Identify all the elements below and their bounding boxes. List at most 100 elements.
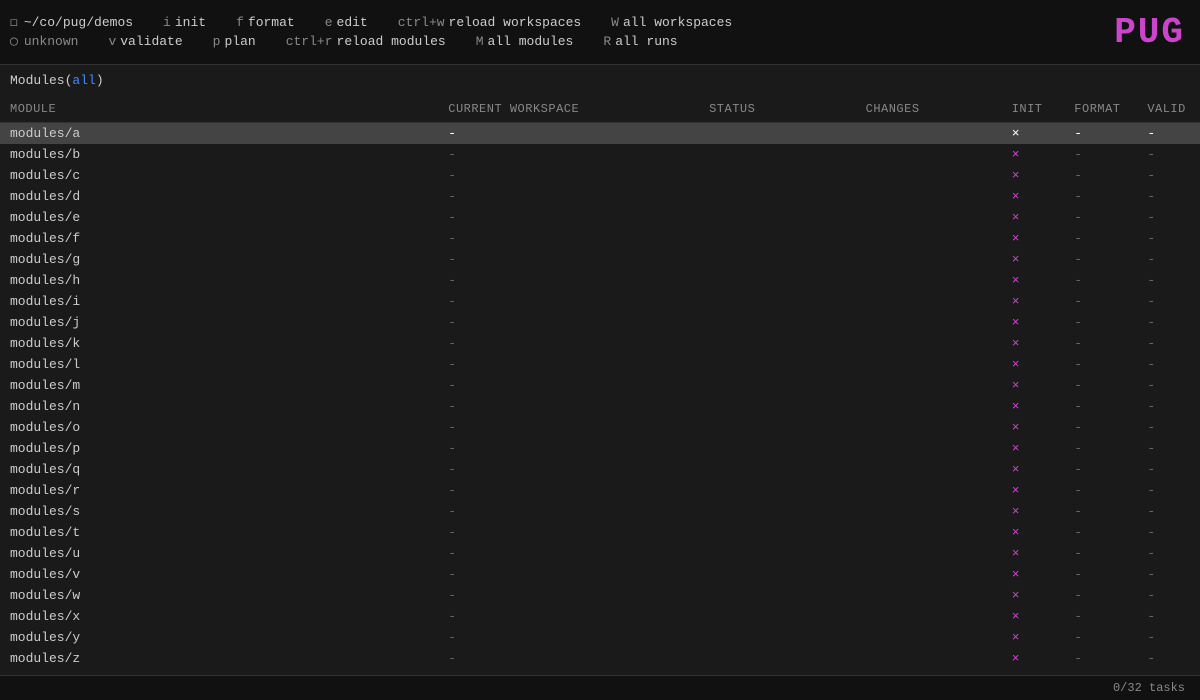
cell-valid: - — [1137, 396, 1200, 417]
cell-workspace: - — [438, 354, 699, 375]
cell-status — [699, 396, 856, 417]
table-row[interactable]: modules/k-×-- — [0, 333, 1200, 354]
cell-status — [699, 312, 856, 333]
toolbar-item-validate[interactable]: v validate — [108, 34, 182, 49]
cell-changes — [856, 501, 1002, 522]
cell-format: - — [1064, 543, 1137, 564]
cell-workspace: - — [438, 648, 699, 669]
cell-changes — [856, 270, 1002, 291]
table-row[interactable]: modules/z-×-- — [0, 648, 1200, 669]
cell-valid: - — [1137, 186, 1200, 207]
table-body: modules/a-×--modules/b-×--modules/c-×--m… — [0, 123, 1200, 670]
cell-module: modules/q — [0, 459, 438, 480]
table-row[interactable]: modules/i-×-- — [0, 291, 1200, 312]
cell-status — [699, 564, 856, 585]
table-row[interactable]: modules/s-×-- — [0, 501, 1200, 522]
cell-valid: - — [1137, 606, 1200, 627]
label-all-modules: all modules — [488, 34, 574, 49]
cell-status — [699, 144, 856, 165]
cell-module: modules/x — [0, 606, 438, 627]
toolbar-item-reload-workspaces[interactable]: ctrl+w reload workspaces — [398, 15, 581, 30]
table-row[interactable]: modules/x-×-- — [0, 606, 1200, 627]
label-all-workspaces: all workspaces — [623, 15, 732, 30]
cell-changes — [856, 459, 1002, 480]
col-header-changes: CHANGES — [856, 96, 1002, 123]
cell-format: - — [1064, 606, 1137, 627]
table-header: MODULE CURRENT WORKSPACE STATUS CHANGES … — [0, 96, 1200, 123]
table-row[interactable]: modules/o-×-- — [0, 417, 1200, 438]
toolbar-item-reload-modules[interactable]: ctrl+r reload modules — [286, 34, 446, 49]
label-edit: edit — [337, 15, 368, 30]
table-row[interactable]: modules/q-×-- — [0, 459, 1200, 480]
cell-status — [699, 186, 856, 207]
cell-status — [699, 459, 856, 480]
cell-module: modules/s — [0, 501, 438, 522]
cell-workspace: - — [438, 312, 699, 333]
cell-init: × — [1002, 438, 1065, 459]
cell-changes — [856, 165, 1002, 186]
table-row[interactable]: modules/h-×-- — [0, 270, 1200, 291]
cell-format: - — [1064, 480, 1137, 501]
cell-valid: - — [1137, 228, 1200, 249]
cell-workspace: - — [438, 144, 699, 165]
cell-status — [699, 333, 856, 354]
cell-workspace: - — [438, 480, 699, 501]
table-row[interactable]: modules/m-×-- — [0, 375, 1200, 396]
cell-valid: - — [1137, 459, 1200, 480]
cell-init: × — [1002, 291, 1065, 312]
table-row[interactable]: modules/p-×-- — [0, 438, 1200, 459]
toolbar-item-plan[interactable]: p plan — [213, 34, 256, 49]
cell-workspace: - — [438, 543, 699, 564]
cell-init: × — [1002, 144, 1065, 165]
cell-init: × — [1002, 186, 1065, 207]
table-row[interactable]: modules/d-×-- — [0, 186, 1200, 207]
cell-valid: - — [1137, 438, 1200, 459]
toolbar-item-all-workspaces[interactable]: W all workspaces — [611, 15, 732, 30]
cell-valid: - — [1137, 585, 1200, 606]
table-row[interactable]: modules/f-×-- — [0, 228, 1200, 249]
cell-format: - — [1064, 333, 1137, 354]
cell-changes — [856, 480, 1002, 501]
table-row[interactable]: modules/n-×-- — [0, 396, 1200, 417]
table-row[interactable]: modules/v-×-- — [0, 564, 1200, 585]
cell-status — [699, 606, 856, 627]
table-row[interactable]: modules/c-×-- — [0, 165, 1200, 186]
cell-changes — [856, 249, 1002, 270]
table-row[interactable]: modules/j-×-- — [0, 312, 1200, 333]
cell-format: - — [1064, 123, 1137, 145]
table-row[interactable]: modules/g-×-- — [0, 249, 1200, 270]
cell-status — [699, 228, 856, 249]
cell-status — [699, 522, 856, 543]
cell-workspace: - — [438, 228, 699, 249]
col-header-init: INIT — [1002, 96, 1065, 123]
table-row[interactable]: modules/l-×-- — [0, 354, 1200, 375]
cell-valid: - — [1137, 333, 1200, 354]
cell-module: modules/v — [0, 564, 438, 585]
cell-module: modules/c — [0, 165, 438, 186]
table-row[interactable]: modules/u-×-- — [0, 543, 1200, 564]
cell-format: - — [1064, 375, 1137, 396]
label-init: init — [175, 15, 206, 30]
table-row[interactable]: modules/w-×-- — [0, 585, 1200, 606]
toolbar-item-format[interactable]: f format — [236, 15, 295, 30]
col-header-status: STATUS — [699, 96, 856, 123]
unknown-badge: unknown — [24, 34, 79, 49]
cell-module: modules/r — [0, 480, 438, 501]
cell-workspace: - — [438, 459, 699, 480]
toolbar-item-init[interactable]: i init — [163, 15, 206, 30]
table-row[interactable]: modules/t-×-- — [0, 522, 1200, 543]
modules-header: Modules(all) — [0, 65, 1200, 96]
table-row[interactable]: modules/y-×-- — [0, 627, 1200, 648]
cell-init: × — [1002, 501, 1065, 522]
col-header-format: FORMAT — [1064, 96, 1137, 123]
table-row[interactable]: modules/a-×-- — [0, 123, 1200, 145]
table-row[interactable]: modules/b-×-- — [0, 144, 1200, 165]
toolbar-item-edit[interactable]: e edit — [325, 15, 368, 30]
modules-filter[interactable]: all — [72, 73, 95, 88]
toolbar-item-all-modules[interactable]: M all modules — [476, 34, 574, 49]
cell-format: - — [1064, 165, 1137, 186]
table-row[interactable]: modules/e-×-- — [0, 207, 1200, 228]
toolbar-item-all-runs[interactable]: R all runs — [603, 34, 677, 49]
cell-format: - — [1064, 207, 1137, 228]
table-row[interactable]: modules/r-×-- — [0, 480, 1200, 501]
